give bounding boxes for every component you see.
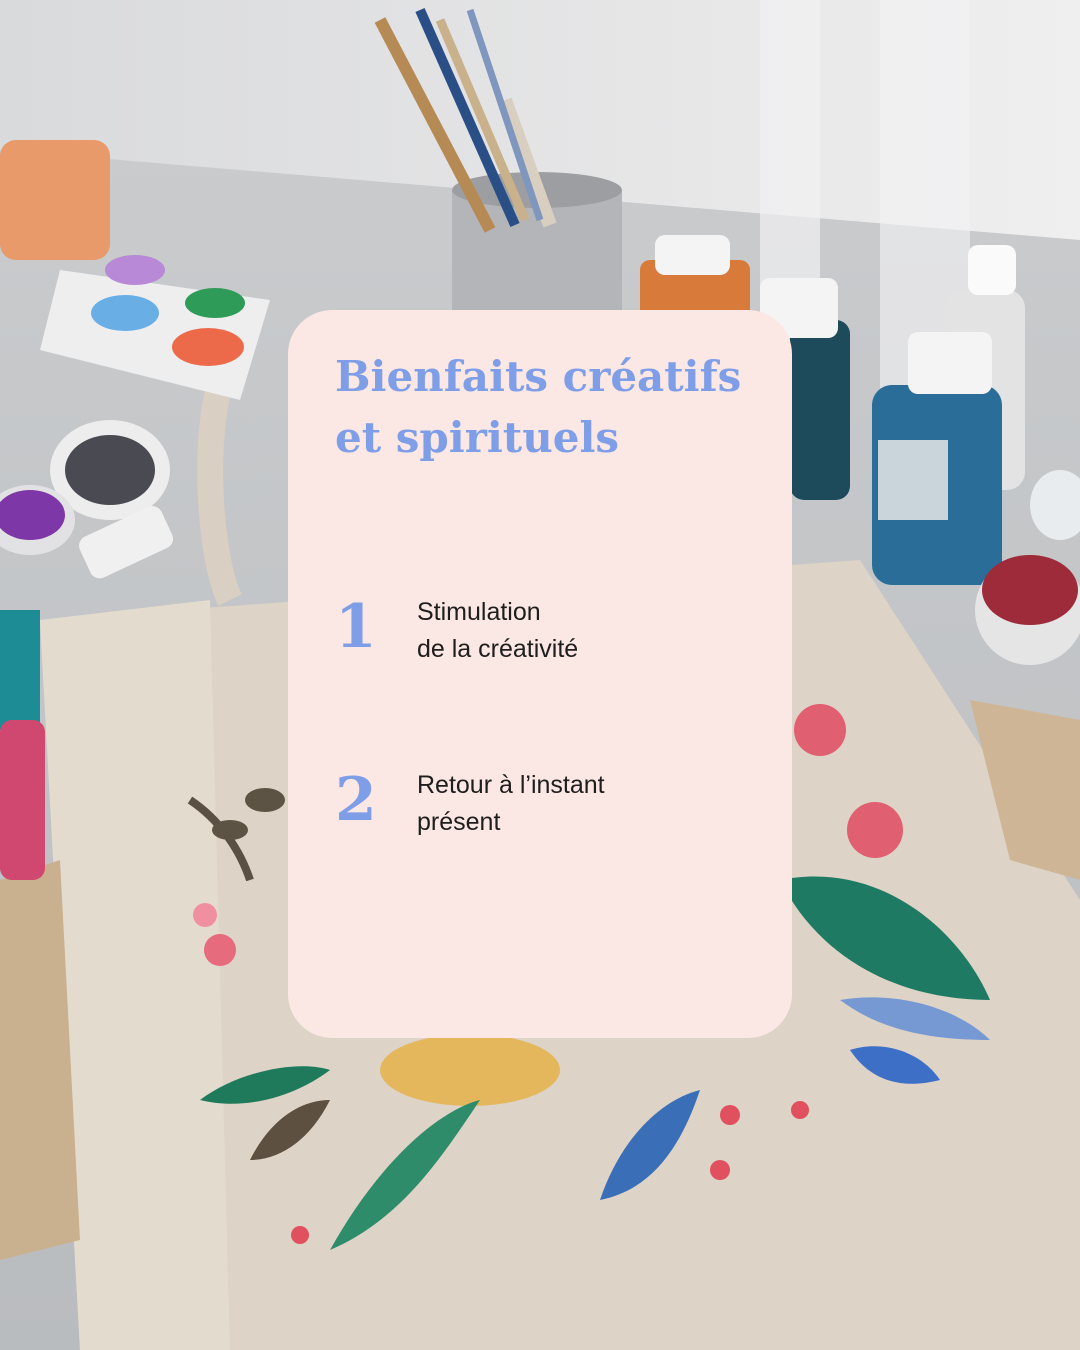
info-card: Bienfaits créatifs et spirituels 1 Stimu… (288, 310, 792, 1038)
list-item-line: présent (417, 808, 501, 836)
list-item-text: Retour à l’instant présent (417, 767, 605, 841)
list-item: 1 Stimulation de la créativité (335, 592, 755, 682)
list-item-line: Stimulation (417, 598, 541, 626)
list-item-line: Retour à l’instant (417, 771, 605, 799)
card-title-line-1: Bienfaits créatifs (335, 352, 742, 401)
list-item-number: 2 (335, 765, 377, 835)
list-item-number: 1 (335, 592, 377, 662)
card-title-line-2: et spirituels (335, 413, 620, 462)
card-title: Bienfaits créatifs et spirituels (335, 346, 765, 468)
list-item: 2 Retour à l’instant présent (335, 765, 755, 855)
list-item-text: Stimulation de la créativité (417, 594, 578, 668)
list-item-line: de la créativité (417, 635, 579, 663)
